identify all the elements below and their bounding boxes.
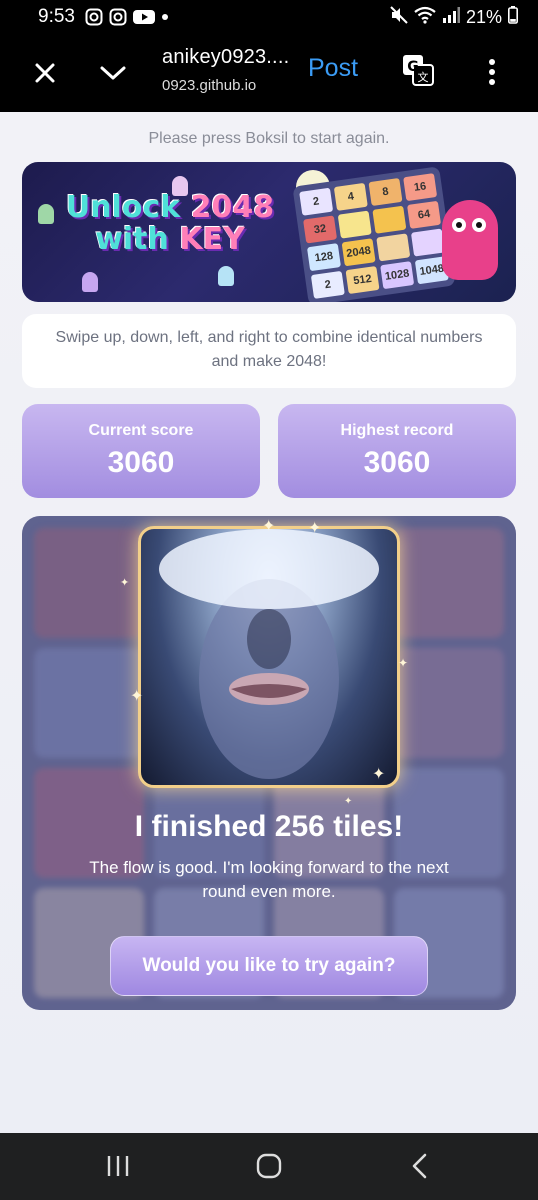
- recent-apps-icon[interactable]: [106, 1155, 130, 1177]
- app-bar: anikey0923.... 0923.github.io Post G文: [0, 34, 538, 112]
- ghost-shape: [82, 272, 98, 292]
- banner-tile: [337, 210, 372, 239]
- banner-tile: 2048: [341, 238, 376, 267]
- instagram-icon: [109, 8, 127, 26]
- banner-title: Unlock 2048 with KEY: [60, 192, 280, 255]
- banner-word-2048: 2048: [190, 190, 275, 225]
- current-score-value: 3060: [107, 446, 175, 479]
- monster-eye: [472, 218, 486, 232]
- banner-tile: 128: [306, 243, 341, 272]
- try-again-button[interactable]: Would you like to try again?: [110, 936, 428, 996]
- banner-tile: 4: [333, 182, 368, 211]
- status-right-icons: 21%: [390, 5, 518, 29]
- status-bar: 9:53 21%: [0, 0, 538, 34]
- sparkle-icon: ✦: [130, 688, 144, 705]
- ghost-shape: [38, 204, 54, 224]
- page-title: anikey0923....: [162, 46, 290, 68]
- banner-tile: 16: [403, 173, 438, 202]
- battery-percent: 21%: [465, 6, 502, 27]
- current-score-card: Current score 3060: [22, 404, 260, 498]
- restart-note: Please press Boksil to start again.: [148, 130, 390, 147]
- result-title: I finished 256 tiles!: [134, 810, 404, 843]
- signal-icon: [442, 6, 460, 28]
- game-board: ✦ ✦ ✦ ✦ ✦ ✦ ✦ I finished 256 tiles! The …: [22, 516, 516, 1010]
- url-block[interactable]: anikey0923.... 0923.github.io: [162, 46, 289, 94]
- home-icon[interactable]: [256, 1153, 282, 1179]
- dot-icon: [161, 13, 169, 21]
- banner-tile: [410, 228, 445, 257]
- back-icon[interactable]: [410, 1153, 428, 1179]
- banner-tile: 32: [303, 215, 338, 244]
- banner-tile: 8: [368, 177, 403, 207]
- mute-icon: [390, 5, 408, 29]
- sparkle-icon: ✦: [372, 766, 386, 783]
- sparkle-icon: ✦: [398, 656, 409, 670]
- svg-text:文: 文: [418, 70, 429, 84]
- instagram-icon: [85, 8, 103, 26]
- page-content: Please press Boksil to start again. Unlo…: [0, 112, 538, 1133]
- banner-tile: 2: [310, 270, 345, 299]
- banner-tile: 1028: [380, 261, 415, 290]
- banner-word-with: with: [95, 221, 169, 257]
- reward-photo: [138, 526, 400, 788]
- status-left-icons: [85, 8, 169, 26]
- sparkle-icon: ✦: [120, 577, 130, 589]
- close-icon[interactable]: [28, 56, 62, 90]
- highest-record-value: 3060: [363, 446, 431, 479]
- sparkle-icon: ✦: [344, 796, 353, 807]
- banner-tile: [376, 233, 411, 262]
- portrait-image: [159, 529, 379, 779]
- youtube-icon: [132, 9, 155, 25]
- current-score-label: Current score: [88, 422, 194, 439]
- system-nav-bar: [0, 1133, 538, 1200]
- more-vert-icon[interactable]: [482, 54, 502, 90]
- battery-icon: [508, 5, 518, 29]
- result-subtitle: The flow is good. I'm looking forward to…: [89, 858, 449, 901]
- banner-tile: [372, 205, 407, 234]
- banner-tile: 64: [407, 200, 442, 229]
- wifi-icon: [414, 6, 436, 29]
- sparkle-icon: ✦: [308, 520, 322, 537]
- banner-tile: 2: [299, 187, 334, 216]
- chevron-down-icon[interactable]: [96, 56, 130, 90]
- banner-tile-grid: 2 4 8 16 32 64 128 2048 2 512 1028 1048: [292, 166, 456, 302]
- highest-record-card: Highest record 3060: [278, 404, 516, 498]
- post-button[interactable]: Post: [308, 54, 358, 83]
- monster-eye: [452, 218, 466, 232]
- banner-tile: 512: [345, 265, 380, 295]
- banner-word-unlock: Unlock: [65, 190, 181, 225]
- highest-record-label: Highest record: [340, 422, 454, 439]
- translate-icon[interactable]: G文: [400, 52, 436, 88]
- monster-shape: [442, 200, 498, 280]
- page-domain: 0923.github.io: [162, 77, 257, 94]
- sparkle-icon: ✦: [262, 518, 276, 535]
- status-time: 9:53: [38, 6, 75, 27]
- banner-word-key: KEY: [179, 221, 245, 257]
- ghost-shape: [218, 266, 234, 286]
- instructions-text: Swipe up, down, left, and right to combi…: [22, 314, 516, 388]
- banner-image: Unlock 2048 with KEY 2 4 8 16 32 64 128 2048 2 51…: [22, 162, 516, 302]
